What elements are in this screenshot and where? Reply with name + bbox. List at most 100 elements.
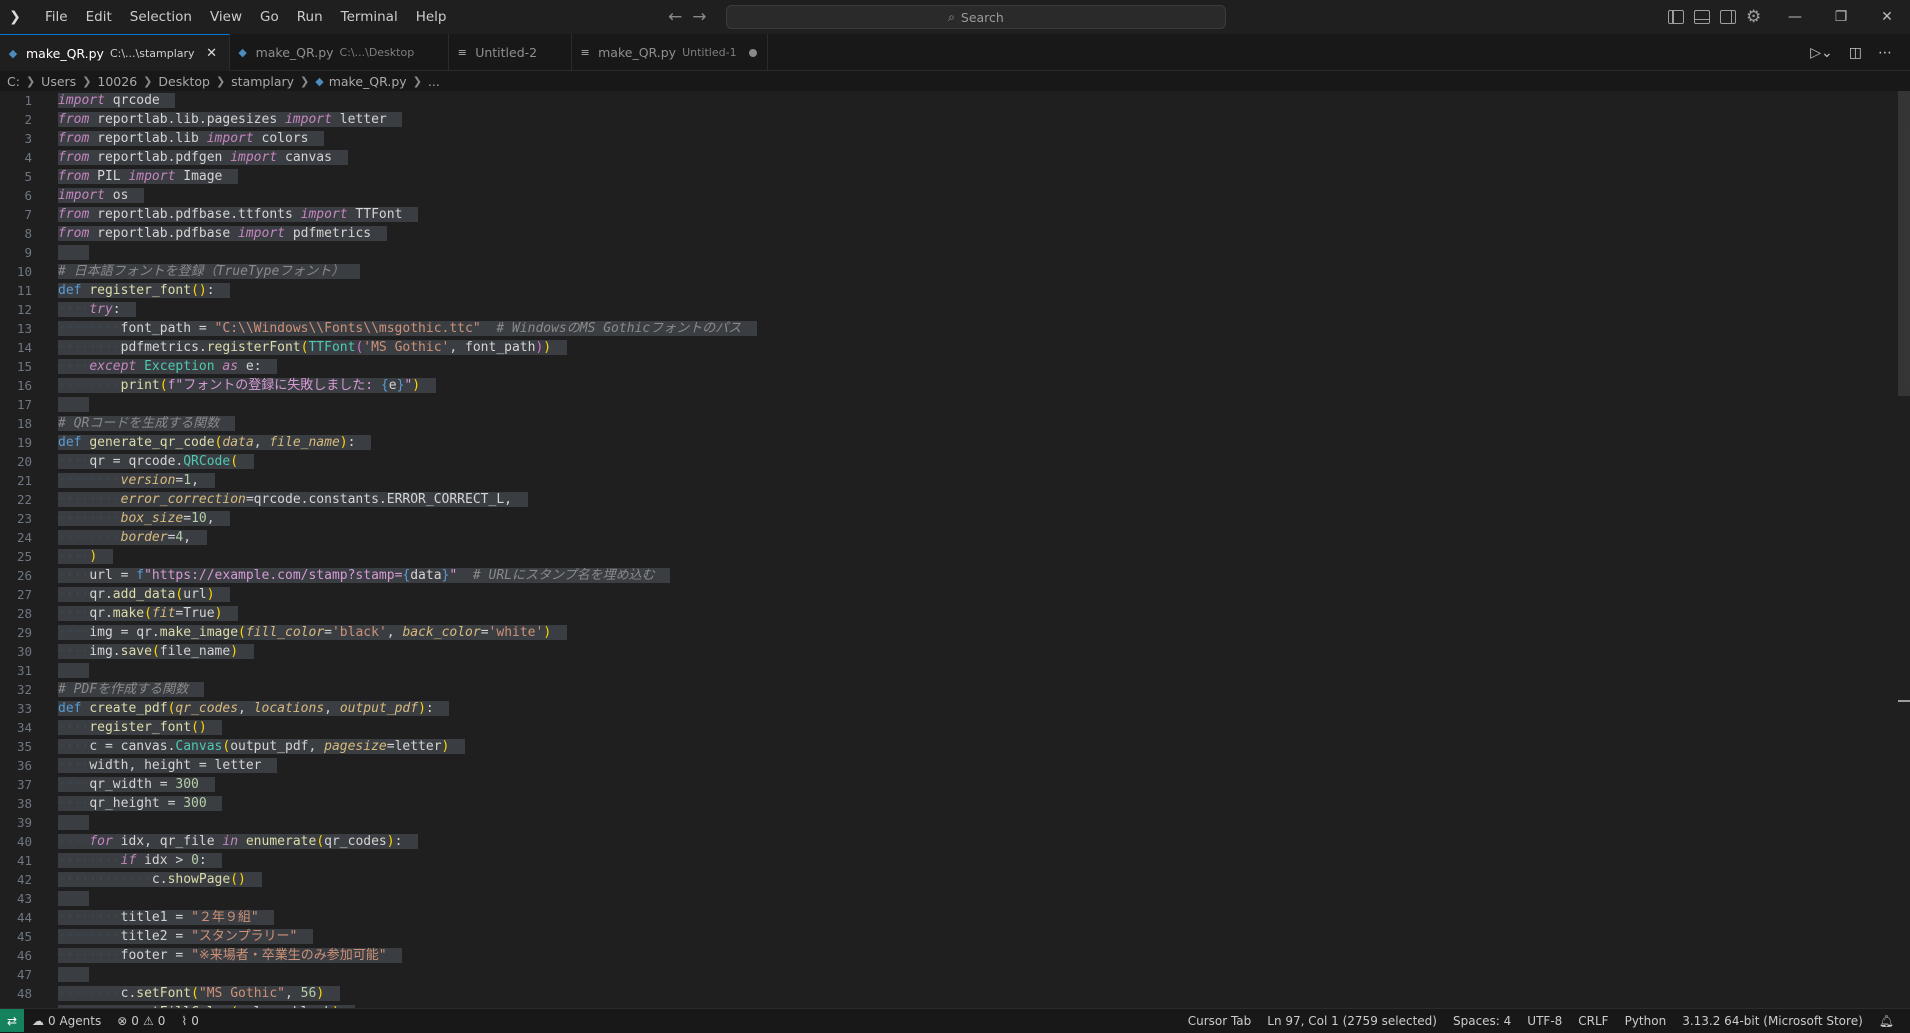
menu-selection[interactable]: Selection: [121, 0, 201, 34]
editor-tab[interactable]: ◆ make_QR.py C:\...\stamplary ✕: [0, 34, 230, 71]
agents-status[interactable]: ☁ 0 Agents: [24, 1014, 109, 1028]
code-line[interactable]: 10 # 日本語フォントを登録（TrueTypeフォント）: [0, 262, 1898, 281]
code-line[interactable]: 21 ········version=1,: [0, 471, 1898, 490]
menu-file[interactable]: File: [36, 0, 77, 34]
code-line[interactable]: 30 ····img.save(file_name): [0, 642, 1898, 661]
code-editor[interactable]: 1 import qrcode 2 from reportlab.lib.pages…: [0, 91, 1898, 1008]
code-line[interactable]: 42 ············c.showPage(): [0, 870, 1898, 889]
toggle-secondary-sidebar-icon[interactable]: [1720, 10, 1736, 24]
indentation-status[interactable]: Spaces: 4: [1445, 1014, 1519, 1028]
menu-go[interactable]: Go: [251, 0, 288, 34]
breadcrumb-item[interactable]: ...: [428, 74, 440, 89]
toggle-panel-icon[interactable]: [1694, 10, 1710, 24]
code-line[interactable]: 41 ········if idx > 0:: [0, 851, 1898, 870]
code-line[interactable]: 9: [0, 243, 1898, 262]
menu-terminal[interactable]: Terminal: [332, 0, 407, 34]
command-center-search[interactable]: ⌕ Search: [726, 5, 1226, 29]
encoding-status[interactable]: UTF-8: [1519, 1014, 1570, 1028]
code-line[interactable]: 5 from PIL import Image: [0, 167, 1898, 186]
code-line[interactable]: 34 ····register_font(): [0, 718, 1898, 737]
code-line[interactable]: 22 ········error_correction=qrcode.consta…: [0, 490, 1898, 509]
code-line[interactable]: 47: [0, 965, 1898, 984]
code-line[interactable]: 15 ····except Exception as e:: [0, 357, 1898, 376]
code-line[interactable]: 35 ····c = canvas.Canvas(output_pdf, page…: [0, 737, 1898, 756]
code-line[interactable]: 31: [0, 661, 1898, 680]
code-line[interactable]: 29 ····img = qr.make_image(fill_color='bl…: [0, 623, 1898, 642]
code-line[interactable]: 7 from reportlab.pdfbase.ttfonts import T…: [0, 205, 1898, 224]
code-line[interactable]: 13 ········font_path = "C:\\Windows\\Font…: [0, 319, 1898, 338]
minimize-icon[interactable]: —: [1772, 0, 1818, 34]
code-line[interactable]: 14 ········pdfmetrics.registerFont(TTFont…: [0, 338, 1898, 357]
code-line[interactable]: 3 from reportlab.lib import colors: [0, 129, 1898, 148]
code-token: print: [120, 378, 160, 393]
editor-tab[interactable]: ≡ Untitled-2: [449, 34, 573, 71]
code-line[interactable]: 39: [0, 813, 1898, 832]
breadcrumb-item[interactable]: Users: [41, 74, 76, 89]
split-editor-icon[interactable]: ◫: [1849, 45, 1862, 61]
breadcrumb-item[interactable]: C:: [7, 74, 20, 89]
close-icon[interactable]: ✕: [205, 46, 219, 61]
toggle-primary-sidebar-icon[interactable]: [1668, 10, 1684, 24]
cursor-tab-status[interactable]: Cursor Tab: [1180, 1014, 1260, 1028]
ports-status[interactable]: ⌇ 0: [173, 1014, 207, 1028]
code-line[interactable]: 16 ········print(f"フォントの登録に失敗しました: {e}"): [0, 376, 1898, 395]
code-line[interactable]: 46 ········footer = "※来場者・卒業生のみ参加可能": [0, 946, 1898, 965]
code-line[interactable]: 20 ····qr = qrcode.QRCode(: [0, 452, 1898, 471]
code-line[interactable]: 4 from reportlab.pdfgen import canvas: [0, 148, 1898, 167]
code-line[interactable]: 25 ····): [0, 547, 1898, 566]
language-mode-status[interactable]: Python: [1617, 1014, 1675, 1028]
breadcrumb-item[interactable]: make_QR.py: [329, 74, 407, 89]
code-line[interactable]: 40 ····for idx, qr_file in enumerate(qr_c…: [0, 832, 1898, 851]
breadcrumb-item[interactable]: 10026: [97, 74, 137, 89]
code-token: :: [198, 853, 207, 868]
breadcrumb-item[interactable]: stamplary: [231, 74, 294, 89]
code-line[interactable]: 45 ········title2 = "スタンプラリー": [0, 927, 1898, 946]
code-line[interactable]: 12 ····try:: [0, 300, 1898, 319]
gear-icon[interactable]: ⚙: [1746, 7, 1761, 27]
bell-icon[interactable]: 🔔︎: [1871, 1014, 1902, 1028]
remote-indicator-icon[interactable]: ⇄: [0, 1009, 24, 1032]
interpreter-status[interactable]: 3.13.2 64-bit (Microsoft Store): [1674, 1014, 1871, 1028]
code-line[interactable]: 36 ····width, height = letter: [0, 756, 1898, 775]
breadcrumb-item[interactable]: Desktop: [158, 74, 210, 89]
code-line[interactable]: 48 ········c.setFont("MS Gothic", 56): [0, 984, 1898, 1003]
eol-status[interactable]: CRLF: [1570, 1014, 1616, 1028]
cursor-position-status[interactable]: Ln 97, Col 1 (2759 selected): [1259, 1014, 1445, 1028]
code-line[interactable]: 11 def register_font():: [0, 281, 1898, 300]
menu-run[interactable]: Run: [288, 0, 332, 34]
menu-view[interactable]: View: [201, 0, 251, 34]
code-line[interactable]: 43: [0, 889, 1898, 908]
code-line[interactable]: 6 import os: [0, 186, 1898, 205]
editor-tab[interactable]: ◆ make_QR.py C:\...\Desktop: [230, 34, 450, 71]
code-line[interactable]: 2 from reportlab.lib.pagesizes import let…: [0, 110, 1898, 129]
code-line[interactable]: 32 # PDFを作成する関数: [0, 680, 1898, 699]
code-line[interactable]: 27 ····qr.add_data(url): [0, 585, 1898, 604]
chevron-right-icon: ❯: [25, 74, 36, 88]
close-icon[interactable]: ✕: [1864, 0, 1910, 34]
code-line[interactable]: 24 ········border=4,: [0, 528, 1898, 547]
problems-status[interactable]: ⊗ 0 ⚠ 0: [109, 1014, 173, 1028]
unsaved-dot-icon[interactable]: [748, 48, 757, 57]
code-line[interactable]: 44 ········title1 = "２年９組": [0, 908, 1898, 927]
scrollbar-thumb[interactable]: [1898, 91, 1910, 396]
forward-arrow-icon[interactable]: →: [692, 7, 706, 27]
code-line[interactable]: 18 # QRコードを生成する関数: [0, 414, 1898, 433]
code-line[interactable]: 1 import qrcode: [0, 91, 1898, 110]
code-line[interactable]: 28 ····qr.make(fit=True): [0, 604, 1898, 623]
menu-help[interactable]: Help: [407, 0, 456, 34]
restore-icon[interactable]: ❐: [1818, 0, 1864, 34]
run-icon[interactable]: ▷⌄: [1810, 45, 1833, 61]
code-line[interactable]: 38 ····qr_height = 300: [0, 794, 1898, 813]
code-line[interactable]: 26 ····url = f"https://example.com/stamp?…: [0, 566, 1898, 585]
code-line[interactable]: 8 from reportlab.pdfbase import pdfmetric…: [0, 224, 1898, 243]
more-actions-icon[interactable]: ⋯: [1878, 45, 1892, 61]
code-line[interactable]: 37 ····qr_width = 300: [0, 775, 1898, 794]
code-line[interactable]: 23 ········box_size=10,: [0, 509, 1898, 528]
menu-edit[interactable]: Edit: [77, 0, 121, 34]
code-line[interactable]: 17: [0, 395, 1898, 414]
editor-tab[interactable]: ≡ make_QR.py Untitled-1: [572, 34, 768, 71]
code-line[interactable]: 19 def generate_qr_code(data, file_name):: [0, 433, 1898, 452]
back-arrow-icon[interactable]: ←: [668, 7, 682, 27]
code-line[interactable]: 33 def create_pdf(qr_codes, locations, ou…: [0, 699, 1898, 718]
selected-text: from PIL import Image: [58, 169, 239, 184]
